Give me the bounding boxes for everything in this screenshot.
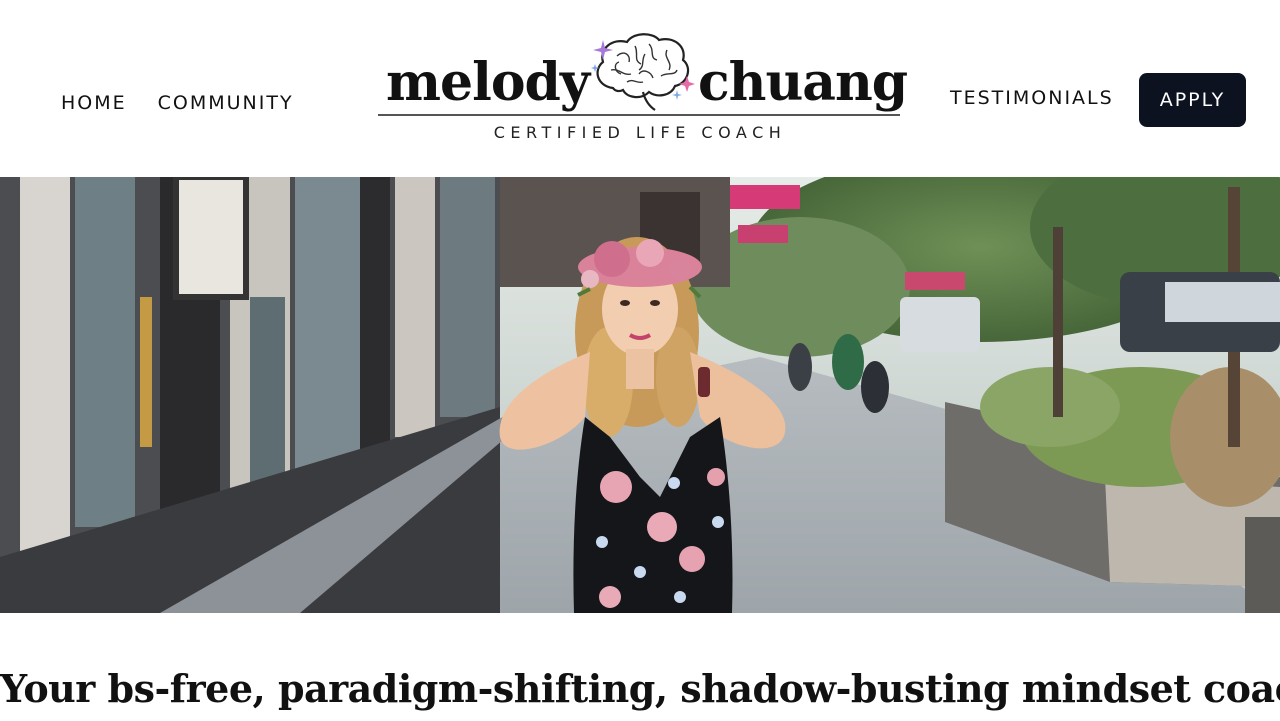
apply-button[interactable]: APPLY [1139,73,1246,127]
nav-testimonials-link[interactable]: TESTIMONIALS [950,87,1114,109]
logo-word-melody: melody [386,52,590,113]
site-header: HOME COMMUNITY melody chuang CERTIFIED L… [0,0,1280,177]
primary-nav-left: HOME COMMUNITY [61,92,294,114]
logo-word-chuang: chuang [698,52,908,113]
nav-community-link[interactable]: COMMUNITY [158,92,294,114]
hero-photo-illustration [0,177,1280,613]
hero-image [0,177,1280,613]
nav-home-link[interactable]: HOME [61,92,127,114]
primary-nav-right: TESTIMONIALS [950,87,1114,109]
hero-tagline: Your bs-free, paradigm-shifting, shadow-… [0,666,1280,711]
logo-divider [378,114,900,116]
logo-subtitle: CERTIFIED LIFE COACH [493,123,787,142]
site-logo[interactable]: melody chuang CERTIFIED LIFE COACH [378,30,908,145]
brain-icon [591,33,695,111]
